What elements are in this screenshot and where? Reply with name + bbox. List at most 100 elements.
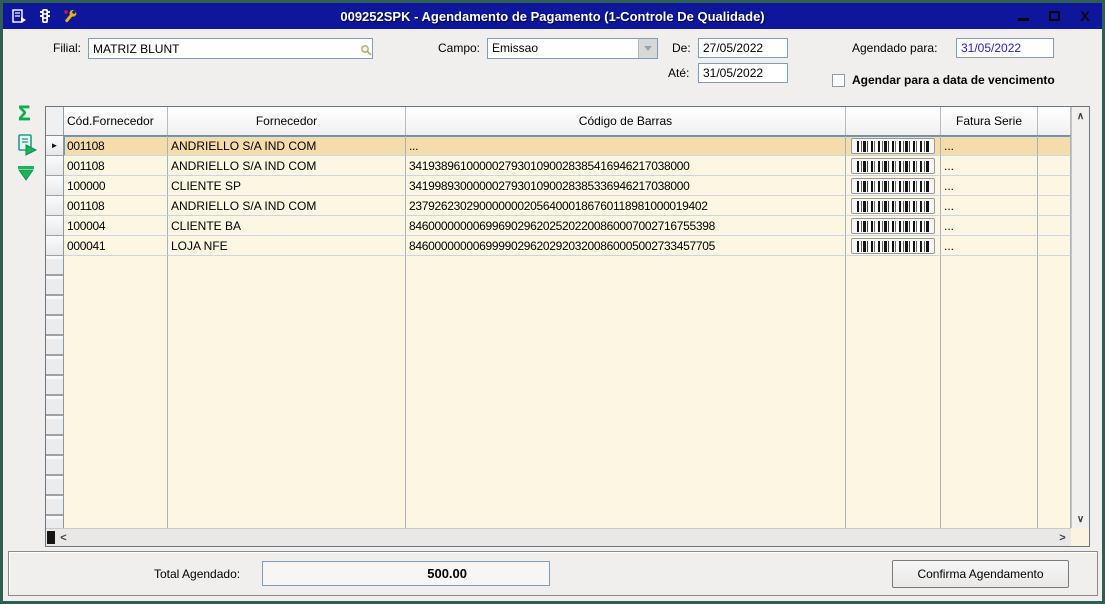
de-label: De: (672, 41, 691, 55)
maximize-icon (1048, 11, 1060, 21)
grid-empty-row-headers (46, 256, 64, 528)
cell-fatura-serie[interactable]: ... (941, 176, 1038, 196)
horizontal-scrollbar[interactable]: < > (46, 528, 1071, 546)
column-header-codigo-barras[interactable]: Código de Barras (406, 107, 846, 135)
wrench-icon[interactable] (62, 8, 79, 25)
barcode-bars-icon (857, 240, 929, 252)
barcode-bars-icon (857, 220, 929, 232)
table-row[interactable]: ► 001108 ANDRIELLO S/A IND COM ... ... (46, 136, 1071, 156)
table-row[interactable]: 001108 ANDRIELLO S/A IND COM 23792623029… (46, 196, 1071, 216)
scroll-right-button[interactable]: > (1054, 532, 1071, 544)
row-selector[interactable] (46, 216, 64, 236)
cell-fornecedor[interactable]: CLIENTE SP (168, 176, 406, 196)
cell-codigo-barras[interactable]: ... (406, 136, 846, 156)
close-icon: X (1080, 8, 1090, 24)
scroll-down-button[interactable]: ∨ (1072, 510, 1089, 528)
confirma-agendamento-button[interactable]: Confirma Agendamento (892, 560, 1069, 588)
cell-fornecedor[interactable]: ANDRIELLO S/A IND COM (168, 196, 406, 216)
filial-label: Filial: (53, 41, 82, 55)
go-to-bottom-button[interactable] (17, 165, 35, 185)
cell-cod-fornecedor[interactable]: 000041 (64, 236, 168, 256)
sum-total-button[interactable]: Σ (18, 102, 31, 126)
footer-bar: Total Agendado: Confirma Agendamento (8, 551, 1098, 596)
campo-label: Campo: (438, 41, 481, 55)
cell-codigo-barras[interactable]: 8460000000069999029620292032008600050027… (406, 236, 846, 256)
row-selector[interactable]: ► (46, 136, 64, 156)
vencimento-checkbox[interactable] (832, 74, 845, 87)
ate-label: Até: (668, 66, 690, 80)
table-row[interactable]: 001108 ANDRIELLO S/A IND COM 34193896100… (46, 156, 1071, 176)
campo-dropdown-button[interactable] (638, 39, 657, 58)
cell-fatura-serie[interactable]: ... (941, 216, 1038, 236)
scroll-left-button[interactable]: < (55, 532, 72, 544)
titlebar: 009252SPK - Agendamento de Pagamento (1-… (3, 3, 1102, 29)
barcode-image[interactable] (851, 178, 935, 194)
minimize-button[interactable] (1016, 9, 1030, 23)
campo-select[interactable]: Emissao (487, 38, 658, 59)
total-agendado-field (262, 561, 550, 586)
traffic-light-icon[interactable] (36, 8, 53, 25)
cell-barcode[interactable] (846, 236, 941, 256)
cell-fatura-serie[interactable]: ... (941, 156, 1038, 176)
de-date-input[interactable] (698, 38, 788, 58)
cell-barcode[interactable] (846, 156, 941, 176)
legend-button[interactable] (16, 133, 38, 160)
table-row[interactable]: 100004 CLIENTE BA 8460000000069969029620… (46, 216, 1071, 236)
report-icon[interactable] (10, 8, 27, 25)
cell-fornecedor[interactable]: ANDRIELLO S/A IND COM (168, 136, 406, 156)
agendado-para-input[interactable] (956, 38, 1054, 58)
ate-date-input[interactable] (698, 63, 788, 83)
table-row[interactable]: 000041 LOJA NFE 846000000006999902962029… (46, 236, 1071, 256)
search-icon[interactable] (360, 44, 372, 59)
cell-extra (1038, 176, 1071, 196)
cell-fatura-serie[interactable]: ... (941, 196, 1038, 216)
cell-fornecedor[interactable]: CLIENTE BA (168, 216, 406, 236)
row-selector[interactable] (46, 156, 64, 176)
cell-cod-fornecedor[interactable]: 100000 (64, 176, 168, 196)
cell-codigo-barras[interactable]: 2379262302900000002056400018676011898100… (406, 196, 846, 216)
cell-fatura-serie[interactable]: ... (941, 236, 1038, 256)
column-header-extra (1038, 107, 1071, 135)
row-selector[interactable] (46, 236, 64, 256)
barcode-image[interactable] (851, 158, 935, 174)
column-header-fatura-serie[interactable]: Fatura Serie (941, 107, 1038, 135)
cell-barcode[interactable] (846, 216, 941, 236)
barcode-image[interactable] (851, 238, 935, 254)
agendado-para-label: Agendado para: (852, 41, 938, 55)
cell-barcode[interactable] (846, 176, 941, 196)
maximize-button[interactable] (1047, 9, 1061, 23)
cell-barcode[interactable] (846, 196, 941, 216)
cell-codigo-barras[interactable]: 8460000000069969029620252022008600070027… (406, 216, 846, 236)
cell-cod-fornecedor[interactable]: 100004 (64, 216, 168, 236)
cell-codigo-barras[interactable]: 3419989300000027930109002838533694621703… (406, 176, 846, 196)
cell-cod-fornecedor[interactable]: 001108 (64, 156, 168, 176)
cell-fornecedor[interactable]: ANDRIELLO S/A IND COM (168, 156, 406, 176)
column-header-barcode-image[interactable] (846, 107, 941, 135)
row-selector[interactable] (46, 176, 64, 196)
cell-fornecedor[interactable]: LOJA NFE (168, 236, 406, 256)
current-row-marker-icon: ► (50, 141, 59, 150)
horizontal-scroll-thumb[interactable] (47, 531, 55, 544)
barcode-image[interactable] (851, 138, 935, 154)
filial-input[interactable] (88, 38, 373, 59)
barcode-image[interactable] (851, 218, 935, 234)
vertical-scrollbar[interactable]: ∧ ∨ (1071, 107, 1089, 528)
row-selector[interactable] (46, 196, 64, 216)
column-header-cod-fornecedor[interactable]: Cód.Fornecedor (64, 107, 168, 135)
barcode-bars-icon (857, 140, 929, 152)
cell-codigo-barras[interactable]: 3419389610000027930109002838541694621703… (406, 156, 846, 176)
vencimento-checkbox-label: Agendar para a data de vencimento (852, 73, 1055, 87)
barcode-bars-icon (857, 160, 929, 172)
document-arrow-icon (18, 134, 38, 156)
cell-barcode[interactable] (846, 136, 941, 156)
minimize-icon (1017, 17, 1029, 21)
close-button[interactable]: X (1078, 9, 1092, 23)
scroll-up-button[interactable]: ∧ (1072, 107, 1089, 125)
cell-cod-fornecedor[interactable]: 001108 (64, 196, 168, 216)
barcode-image[interactable] (851, 198, 935, 214)
scroll-right-icon: > (1059, 531, 1066, 544)
table-row[interactable]: 100000 CLIENTE SP 3419989300000027930109… (46, 176, 1071, 196)
cell-cod-fornecedor[interactable]: 001108 (64, 136, 168, 156)
column-header-fornecedor[interactable]: Fornecedor (168, 107, 406, 135)
cell-fatura-serie[interactable]: ... (941, 136, 1038, 156)
